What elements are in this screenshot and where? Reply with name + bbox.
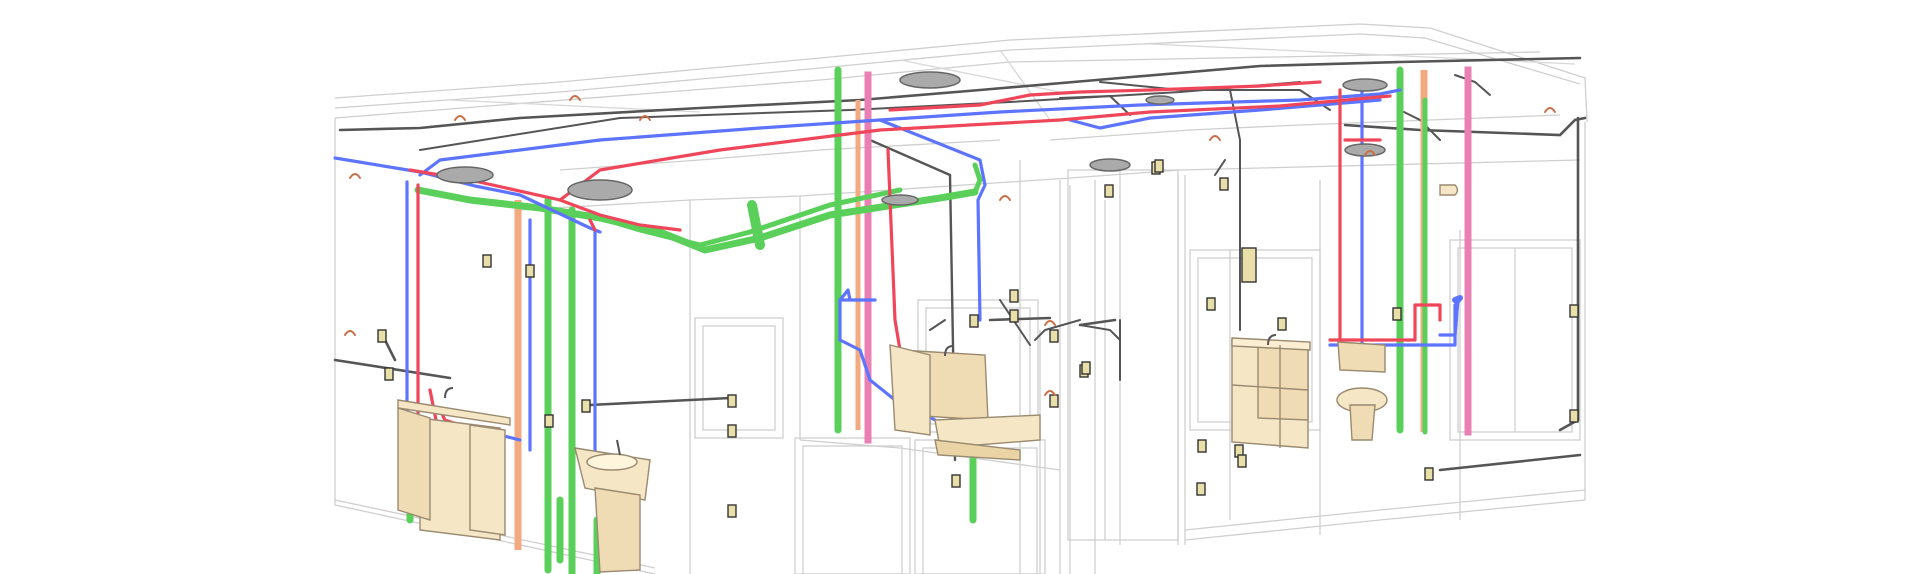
outlet-icon: [581, 399, 591, 413]
outlet-icon: [1196, 482, 1206, 496]
outlet-icon: [1009, 309, 1019, 323]
outlet-icon: [727, 394, 737, 408]
diffuser-icon: [881, 194, 919, 206]
outlet-icon: [1049, 394, 1059, 408]
viewport-background: [0, 0, 1920, 574]
diffuser-icon: [899, 71, 961, 89]
outlet-icon: [1206, 297, 1216, 311]
diffuser-icon: [436, 166, 494, 184]
outlet-icon: [951, 474, 961, 488]
diffuser-icon: [1145, 95, 1175, 105]
outlet-icon: [377, 329, 387, 343]
outlet-icon: [969, 314, 979, 328]
diffuser-icon: [567, 179, 633, 201]
outlet-icon: [1392, 307, 1402, 321]
towel-bar-icon: [1439, 184, 1459, 196]
diffuser-icon: [1342, 78, 1388, 92]
outlet-icon: [1424, 467, 1434, 481]
outlet-icon: [1081, 361, 1091, 375]
outlet-icon: [727, 424, 737, 438]
cold-water-cap: [1452, 295, 1463, 303]
outlet-icon: [1569, 304, 1579, 318]
vanity-cabinet-icon: [1231, 337, 1311, 449]
plumbing-model-3d-view: [0, 0, 1920, 574]
outlet-icon: [1154, 159, 1164, 173]
panel-box-icon: [1241, 247, 1257, 283]
outlet-icon: [1569, 409, 1579, 423]
outlet-icon: [727, 504, 737, 518]
outlet-icon: [1104, 184, 1114, 198]
outlet-icon: [525, 264, 535, 278]
diffuser-icon: [1089, 158, 1131, 172]
outlet-icon: [384, 367, 394, 381]
outlet-icon: [1197, 439, 1207, 453]
outlet-icon: [544, 414, 554, 428]
outlet-icon: [1009, 289, 1019, 303]
outlet-icon: [1277, 317, 1287, 331]
bim-3d-viewport[interactable]: [0, 0, 1920, 574]
outlet-icon: [1237, 454, 1247, 468]
outlet-icon: [1049, 329, 1059, 343]
outlet-icon: [482, 254, 492, 268]
outlet-icon: [1219, 177, 1229, 191]
